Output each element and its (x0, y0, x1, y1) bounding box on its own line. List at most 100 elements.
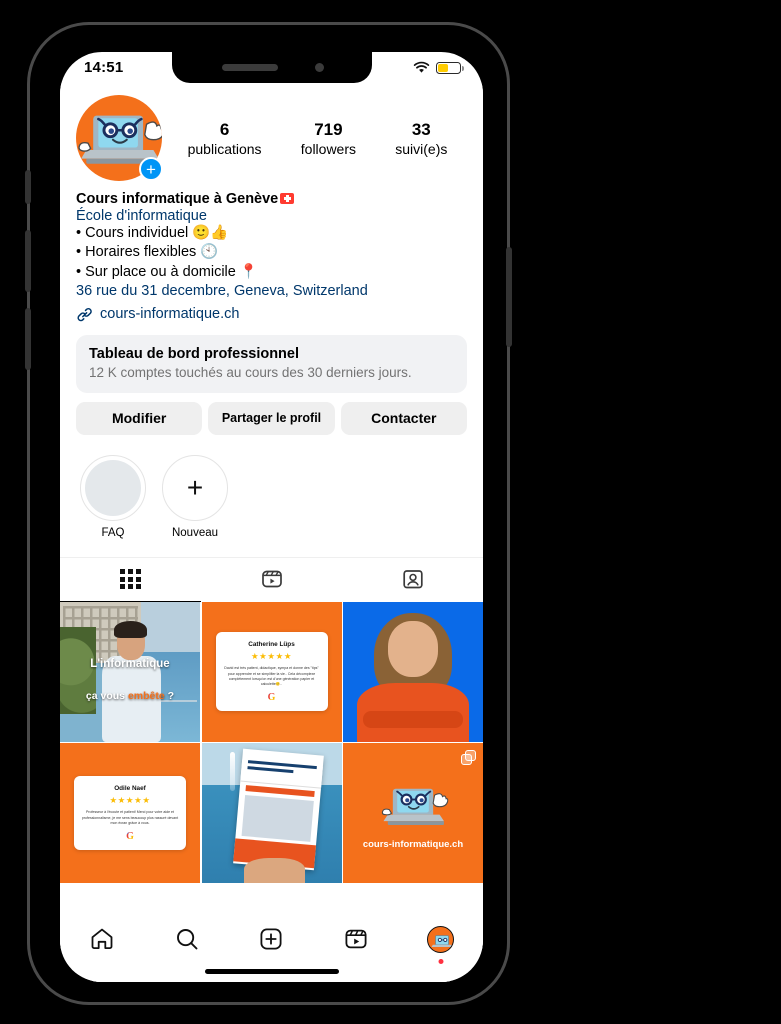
review-card: Odile Naef ★★★★★ Professeur à l'écoute e… (74, 776, 186, 851)
stat-publications-count: 6 (219, 119, 230, 139)
earpiece-speaker (221, 64, 278, 71)
review-stars: ★★★★★ (109, 795, 151, 806)
profile-action-buttons: Modifier Partager le profil Contacter (60, 393, 483, 435)
home-icon (91, 928, 113, 949)
post-thumbnail[interactable]: Catherine Lüps ★★★★★ David est très pati… (201, 601, 342, 742)
power-button[interactable] (506, 247, 512, 347)
review-author: Catherine Lüps (248, 641, 295, 649)
post-1-caption-line2: ça vous embête ? (85, 690, 175, 703)
review-card: Catherine Lüps ★★★★★ David est très pati… (215, 632, 328, 712)
silent-switch-button[interactable] (25, 170, 31, 204)
review-stars: ★★★★★ (250, 651, 293, 662)
profile-website-link: cours-informatique.ch (100, 306, 240, 323)
profile-address-link[interactable]: 36 rue du 31 decembre, Geneva, Switzerla… (76, 283, 467, 299)
tab-tagged[interactable] (342, 558, 483, 602)
contact-button[interactable]: Contacter (340, 401, 467, 435)
profile-tabs (60, 556, 483, 602)
nav-reels[interactable] (332, 922, 380, 956)
profile-scroll-area: + 6 publications 719 followers 33 suivi(… (60, 83, 483, 982)
front-camera (314, 63, 324, 72)
highlight-new-label: Nouveau (171, 526, 219, 539)
posts-grid: L'informatique ça vous embête ? Catherin… (60, 601, 483, 884)
post-thumbnail[interactable] (201, 743, 342, 884)
phone-screen: 14:51 + 6 publications 719 followers 33 … (60, 52, 483, 982)
nav-search[interactable] (163, 922, 211, 956)
highlight-faq-cover (85, 459, 141, 516)
volume-down-button[interactable] (25, 308, 31, 370)
stat-publications-label: publications (187, 140, 262, 157)
plus-icon: + (186, 471, 204, 503)
profile-category: École d'informatique (76, 208, 207, 224)
stat-following[interactable]: 33 suivi(e)s (395, 120, 447, 157)
highlight-new[interactable]: + Nouveau (162, 454, 228, 539)
bio-line-1: • Cours individuel 🙂👍 (76, 225, 229, 241)
bio-line-2: • Horaires flexibles 🕙 (76, 244, 219, 261)
avatar[interactable]: + (76, 95, 163, 181)
tagged-icon (402, 570, 423, 589)
wifi-icon (413, 61, 430, 73)
review-text: David est très patient, didactique, symp… (224, 666, 319, 687)
share-profile-button[interactable]: Partager le profil (208, 401, 335, 435)
stat-followers[interactable]: 719 followers (301, 120, 356, 157)
link-icon (77, 307, 92, 322)
nav-home[interactable] (78, 922, 126, 956)
stat-followers-label: followers (300, 140, 357, 157)
edit-profile-button[interactable]: Modifier (76, 401, 203, 435)
profile-website-row[interactable]: cours-informatique.ch (76, 306, 467, 323)
review-author: Odile Naef (114, 785, 146, 793)
swiss-flag-icon (280, 193, 295, 204)
highlight-faq-ring (80, 454, 146, 521)
laptop-mascot-icon (381, 788, 449, 825)
add-story-button[interactable]: + (139, 157, 163, 181)
carousel-icon (461, 750, 476, 766)
post-4-image: Odile Naef ★★★★★ Professeur à l'écoute e… (60, 743, 200, 884)
laptop-mascot-mini-icon (431, 934, 453, 947)
nav-profile[interactable] (417, 922, 465, 964)
story-highlights: FAQ + Nouveau (60, 435, 483, 539)
status-time: 14:51 (84, 59, 124, 76)
professional-dashboard-card[interactable]: Tableau de bord professionnel 12 K compt… (76, 334, 467, 393)
highlight-faq-label: FAQ (101, 526, 125, 539)
google-g-icon: G (126, 831, 134, 843)
stat-publications[interactable]: 6 publications (188, 120, 262, 157)
profile-header: + 6 publications 719 followers 33 suivi(… (60, 83, 483, 181)
profile-display-name-text: Cours informatique à Genève (76, 191, 279, 207)
phone-frame: 14:51 + 6 publications 719 followers 33 … (25, 22, 512, 1005)
post-2-image: Catherine Lüps ★★★★★ David est très pati… (201, 601, 342, 742)
profile-display-name: Cours informatique à Genève (76, 191, 467, 207)
stat-following-count: 33 (411, 119, 431, 139)
display-notch (171, 52, 372, 83)
nav-create[interactable] (247, 922, 295, 956)
tab-reels[interactable] (201, 558, 342, 602)
tab-grid[interactable] (60, 558, 201, 602)
grid-icon (120, 569, 141, 590)
profile-stats: 6 publications 719 followers 33 suivi(e)… (162, 120, 467, 157)
search-icon (176, 929, 198, 950)
post-thumbnail[interactable] (343, 601, 483, 742)
post-thumbnail[interactable]: L'informatique ça vous embête ? (60, 601, 200, 742)
profile-avatar-icon (427, 925, 455, 953)
profile-bio: Cours informatique à Genève École d'info… (60, 181, 483, 323)
volume-up-button[interactable] (25, 230, 31, 292)
post-thumbnail[interactable]: cours-informatique.ch (343, 743, 483, 884)
dashboard-title: Tableau de bord professionnel (89, 345, 300, 362)
plus-square-icon (260, 928, 282, 950)
battery-low-power-icon (436, 61, 464, 74)
screenshot-stage: 14:51 + 6 publications 719 followers 33 … (0, 0, 781, 1024)
post-thumbnail[interactable]: Odile Naef ★★★★★ Professeur à l'écoute e… (60, 743, 200, 884)
status-indicators (413, 61, 464, 74)
bio-line-3: • Sur place ou à domicile 📍 (76, 263, 258, 280)
post-3-image (343, 601, 483, 742)
post-5-image (201, 743, 342, 884)
google-g-icon: G (267, 692, 276, 704)
home-indicator (204, 969, 339, 974)
stat-followers-count: 719 (314, 119, 343, 139)
reels-icon (261, 570, 282, 588)
stat-following-label: suivi(e)s (395, 140, 448, 157)
notification-dot (438, 959, 444, 964)
post-1-image: L'informatique ça vous embête ? (60, 601, 200, 742)
post-6-caption: cours-informatique.ch (362, 838, 464, 850)
reels-icon (345, 929, 367, 949)
post-1-caption-line1: L'informatique (90, 657, 170, 670)
highlight-faq[interactable]: FAQ (80, 454, 146, 539)
